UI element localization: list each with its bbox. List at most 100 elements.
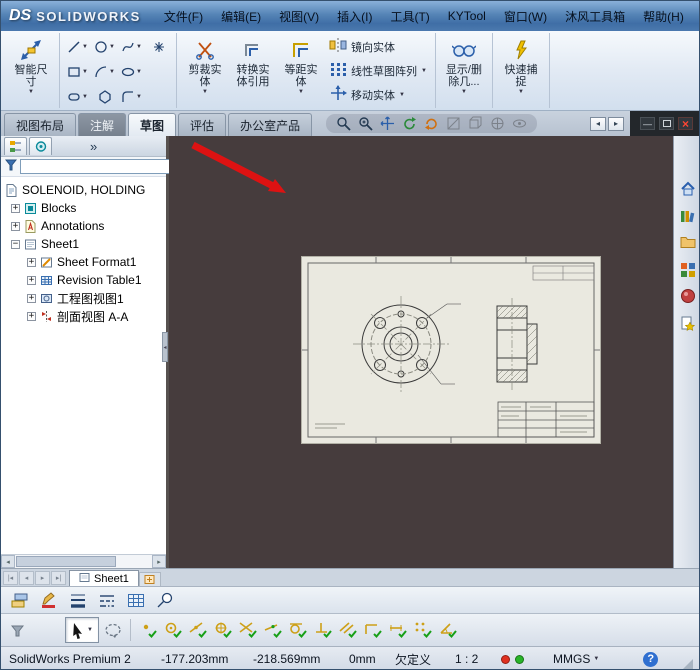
- display-style-icon[interactable]: [489, 115, 506, 132]
- collapse-icon[interactable]: −: [11, 240, 20, 249]
- graphics-area[interactable]: [169, 136, 673, 568]
- line-thickness-icon[interactable]: [65, 589, 90, 612]
- selection-filter-icon[interactable]: [6, 618, 28, 643]
- linear-sketch-pattern-button[interactable]: 线性草图阵列 ▼: [325, 59, 431, 82]
- table-icon[interactable]: [123, 589, 148, 612]
- expand-icon[interactable]: +: [11, 204, 20, 213]
- line-style-icon[interactable]: [94, 589, 119, 612]
- menu-edit[interactable]: 编辑(E): [212, 1, 270, 31]
- midpoint-snap-icon[interactable]: [187, 618, 209, 643]
- tangent-snap-icon[interactable]: [287, 618, 309, 643]
- property-manager-tab[interactable]: [29, 137, 52, 155]
- hide-show-items-icon[interactable]: [511, 115, 528, 132]
- scroll-right-button[interactable]: ▸: [152, 555, 166, 568]
- convert-entities-button[interactable]: 转换实体引用: [229, 34, 277, 107]
- quadrant-snap-icon[interactable]: [212, 618, 234, 643]
- menu-insert[interactable]: 插入(I): [328, 1, 381, 31]
- slot-tool-button[interactable]: ▼: [64, 85, 91, 108]
- menu-view[interactable]: 视图(V): [270, 1, 328, 31]
- panel-overflow-chevrons[interactable]: »: [90, 139, 97, 154]
- smart-dimension-button[interactable]: 智能尺寸 ▼: [7, 34, 55, 107]
- tree-filter-input[interactable]: [20, 159, 181, 174]
- offset-entities-button[interactable]: 等距实体 ▼: [277, 34, 325, 107]
- arc-tool-button[interactable]: ▼: [91, 60, 118, 83]
- menu-tools[interactable]: 工具(T): [381, 1, 438, 31]
- pan-icon[interactable]: [379, 115, 396, 132]
- minimize-document-button[interactable]: —: [640, 117, 655, 130]
- menu-help[interactable]: 帮助(H): [634, 1, 693, 31]
- zoom-area-icon[interactable]: [357, 115, 374, 132]
- expand-icon[interactable]: +: [27, 294, 36, 303]
- units-dropdown[interactable]: MMGS ▼: [553, 652, 599, 666]
- line-color-icon[interactable]: [36, 589, 61, 612]
- tab-annotation[interactable]: 注解: [78, 113, 126, 136]
- trim-entities-button[interactable]: 剪裁实体 ▼: [181, 34, 229, 107]
- menu-mufeng-toolbox[interactable]: 沐风工具箱: [556, 1, 634, 31]
- menu-window[interactable]: 窗口(W): [495, 1, 556, 31]
- panel-splitter-handle[interactable]: ◂: [162, 332, 168, 362]
- previous-pane-button[interactable]: ◂: [590, 117, 606, 131]
- previous-sheet-button[interactable]: ◂: [19, 571, 34, 585]
- tree-item-section-view[interactable]: + 剖面视图 A-A: [1, 307, 166, 325]
- move-entities-button[interactable]: 移动实体 ▼: [325, 83, 431, 106]
- rectangle-tool-button[interactable]: ▼: [64, 60, 91, 83]
- lasso-select-icon[interactable]: [102, 618, 124, 643]
- quick-snaps-button[interactable]: 快速捕捉 ▼: [497, 34, 545, 107]
- close-document-button[interactable]: ×: [678, 117, 693, 130]
- expand-icon[interactable]: +: [27, 276, 36, 285]
- expand-icon[interactable]: +: [27, 312, 36, 321]
- help-icon[interactable]: ?: [643, 652, 658, 667]
- scroll-left-button[interactable]: ◂: [1, 555, 15, 568]
- restore-document-button[interactable]: [659, 117, 674, 130]
- feature-manager-tab[interactable]: [4, 137, 27, 155]
- tab-view-layout[interactable]: 视图布局: [4, 113, 76, 136]
- view-orientation-icon[interactable]: [467, 115, 484, 132]
- section-view-icon[interactable]: [445, 115, 462, 132]
- appearances-icon[interactable]: [677, 286, 699, 306]
- tab-office-products[interactable]: 办公室产品: [228, 113, 312, 136]
- mirror-entities-button[interactable]: 镜向实体: [325, 35, 431, 58]
- tree-item-revision-table1[interactable]: + Revision Table1: [1, 271, 166, 289]
- scrollbar-thumb[interactable]: [16, 556, 116, 567]
- tree-item-sheet-format1[interactable]: + Sheet Format1: [1, 253, 166, 271]
- hv-snap-icon[interactable]: [362, 618, 384, 643]
- zoom-fit-icon[interactable]: [335, 115, 352, 132]
- expand-icon[interactable]: +: [27, 258, 36, 267]
- parallel-snap-icon[interactable]: [337, 618, 359, 643]
- line-tool-button[interactable]: ▼: [64, 35, 91, 58]
- fillet-tool-button[interactable]: ▼: [118, 85, 145, 108]
- perpendicular-snap-icon[interactable]: [312, 618, 334, 643]
- layer-properties-icon[interactable]: [7, 589, 32, 612]
- point-snap-icon[interactable]: [137, 618, 159, 643]
- polygon-tool-button[interactable]: [91, 85, 118, 108]
- balloon-icon[interactable]: [152, 589, 177, 612]
- intersection-snap-icon[interactable]: [237, 618, 259, 643]
- display-delete-relations-button[interactable]: 显示/删除几... ▼: [440, 34, 488, 107]
- tree-item-blocks[interactable]: + Blocks: [1, 199, 166, 217]
- next-sheet-button[interactable]: ▸: [35, 571, 50, 585]
- menu-file[interactable]: 文件(F): [155, 1, 212, 31]
- tree-item-annotations[interactable]: + Annotations: [1, 217, 166, 235]
- home-icon[interactable]: [677, 178, 699, 198]
- design-library-icon[interactable]: [677, 205, 699, 225]
- tree-root-item[interactable]: SOLENOID, HOLDING: [1, 181, 166, 199]
- add-sheet-button[interactable]: [139, 572, 161, 586]
- grid-snap-icon[interactable]: [412, 618, 434, 643]
- expand-icon[interactable]: +: [11, 222, 20, 231]
- point-tool-button[interactable]: [145, 35, 172, 58]
- file-explorer-icon[interactable]: [677, 232, 699, 252]
- tab-evaluate[interactable]: 评估: [178, 113, 226, 136]
- tree-item-drawing-view1[interactable]: + 工程图视图1: [1, 289, 166, 307]
- next-pane-button[interactable]: ▸: [608, 117, 624, 131]
- view-palette-icon[interactable]: [677, 259, 699, 279]
- menu-kytool[interactable]: KYTool: [439, 1, 495, 31]
- last-sheet-button[interactable]: ▸|: [51, 571, 66, 585]
- tab-sketch[interactable]: 草图: [128, 113, 176, 136]
- sheet1-tab[interactable]: Sheet1: [69, 570, 139, 586]
- angle-snap-icon[interactable]: [437, 618, 459, 643]
- center-snap-icon[interactable]: [162, 618, 184, 643]
- custom-properties-icon[interactable]: [677, 313, 699, 333]
- tree-item-sheet1[interactable]: − Sheet1: [1, 235, 166, 253]
- scrollbar-track[interactable]: [15, 555, 152, 568]
- redraw-icon[interactable]: [423, 115, 440, 132]
